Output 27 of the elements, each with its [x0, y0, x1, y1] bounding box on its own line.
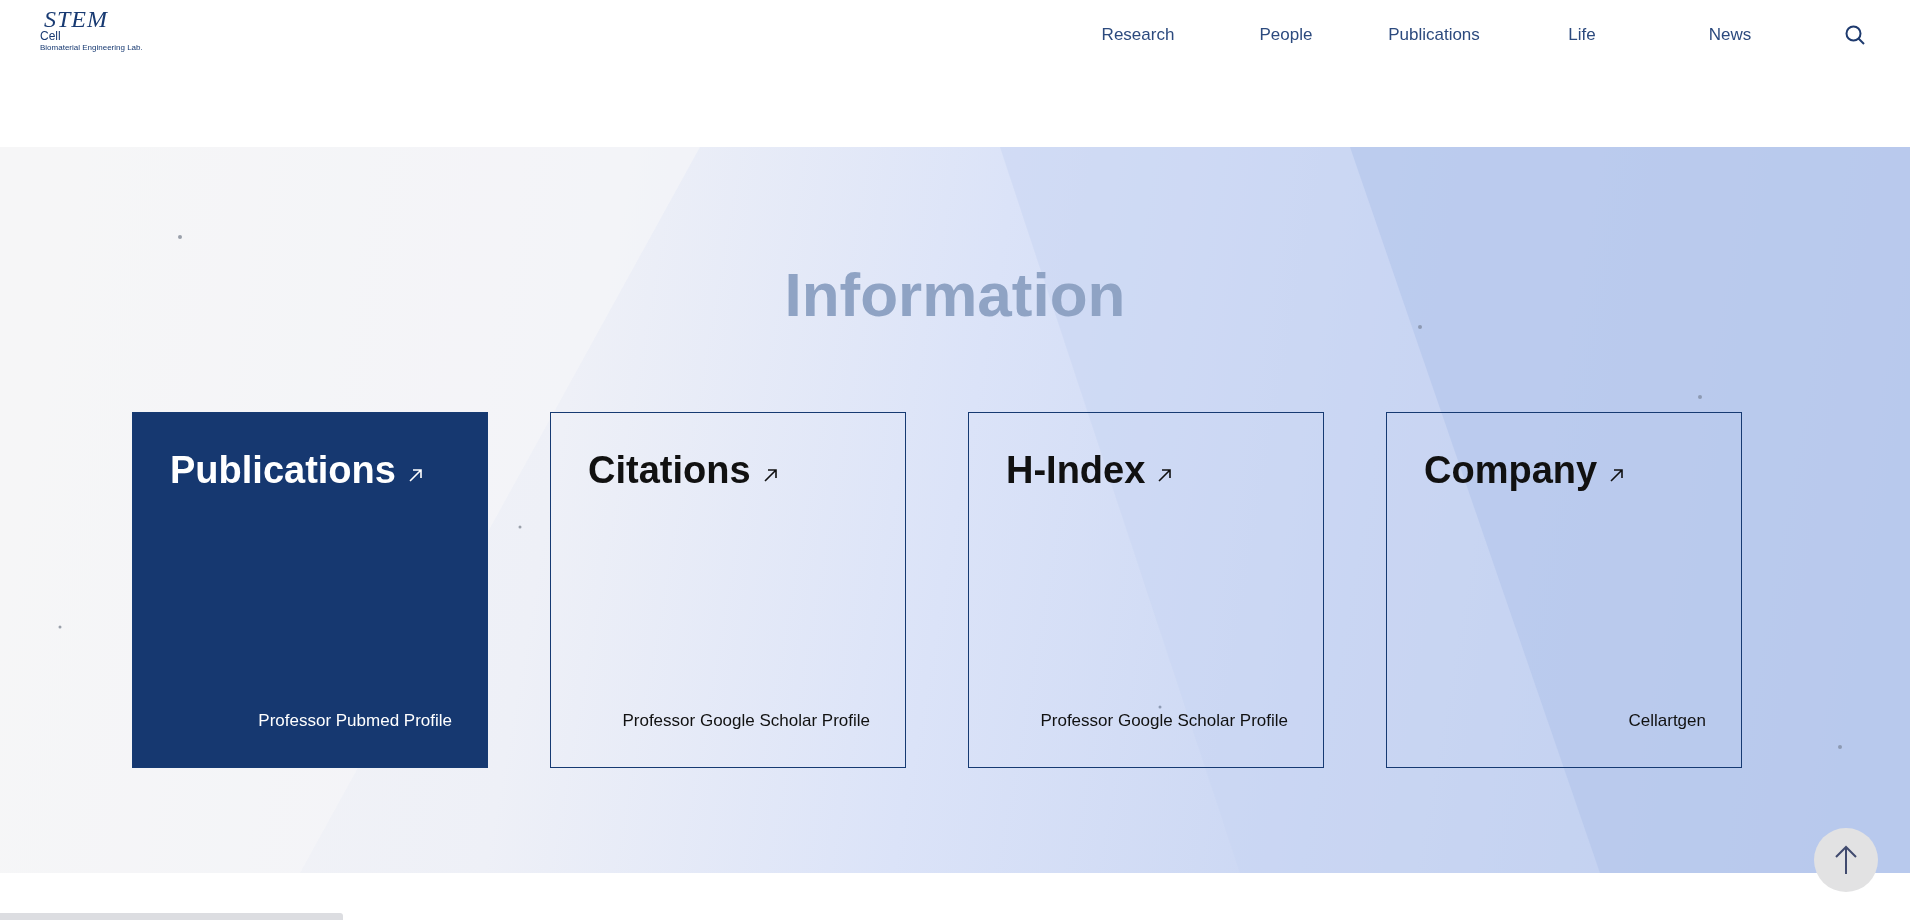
arrow-icon — [1609, 468, 1625, 483]
card-caption: Professor Google Scholar Profile — [622, 711, 870, 731]
section-title: Information — [784, 259, 1126, 330]
card-caption: Cellartgen — [1628, 711, 1706, 731]
arrow-icon — [1157, 468, 1173, 483]
nav-link[interactable]: Publications — [1360, 25, 1508, 45]
arrow-icon — [407, 468, 423, 483]
scrollbar[interactable] — [0, 913, 343, 920]
nav-link[interactable]: News — [1656, 25, 1804, 45]
nav-link[interactable]: Life — [1508, 25, 1656, 45]
card-caption: Professor Google Scholar Profile — [1040, 711, 1288, 731]
card-title: H-Index — [1006, 449, 1146, 492]
arrow-up-icon — [1834, 845, 1858, 875]
arrow-icon — [762, 468, 778, 483]
card-caption: Professor Pubmed Profile — [258, 711, 452, 731]
card-title: Citations — [588, 449, 751, 492]
info-card[interactable]: Company Cellartgen — [1386, 412, 1742, 768]
info-card[interactable]: Citations Professor Google Scholar Profile — [550, 412, 906, 768]
search-icon — [1844, 24, 1866, 46]
logo[interactable]: STEM Cell Biomaterial Engineering Lab. — [40, 8, 160, 52]
card-title: Publications — [170, 449, 396, 492]
search-button[interactable] — [1844, 24, 1866, 46]
card-title: Company — [1424, 449, 1598, 492]
info-card[interactable]: H-Index Professor Google Scholar Profile — [968, 412, 1324, 768]
info-card[interactable]: Publications Professor Pubmed Profile — [132, 412, 488, 768]
nav-link[interactable]: Research — [1064, 25, 1212, 45]
nav-link[interactable]: People — [1212, 25, 1360, 45]
